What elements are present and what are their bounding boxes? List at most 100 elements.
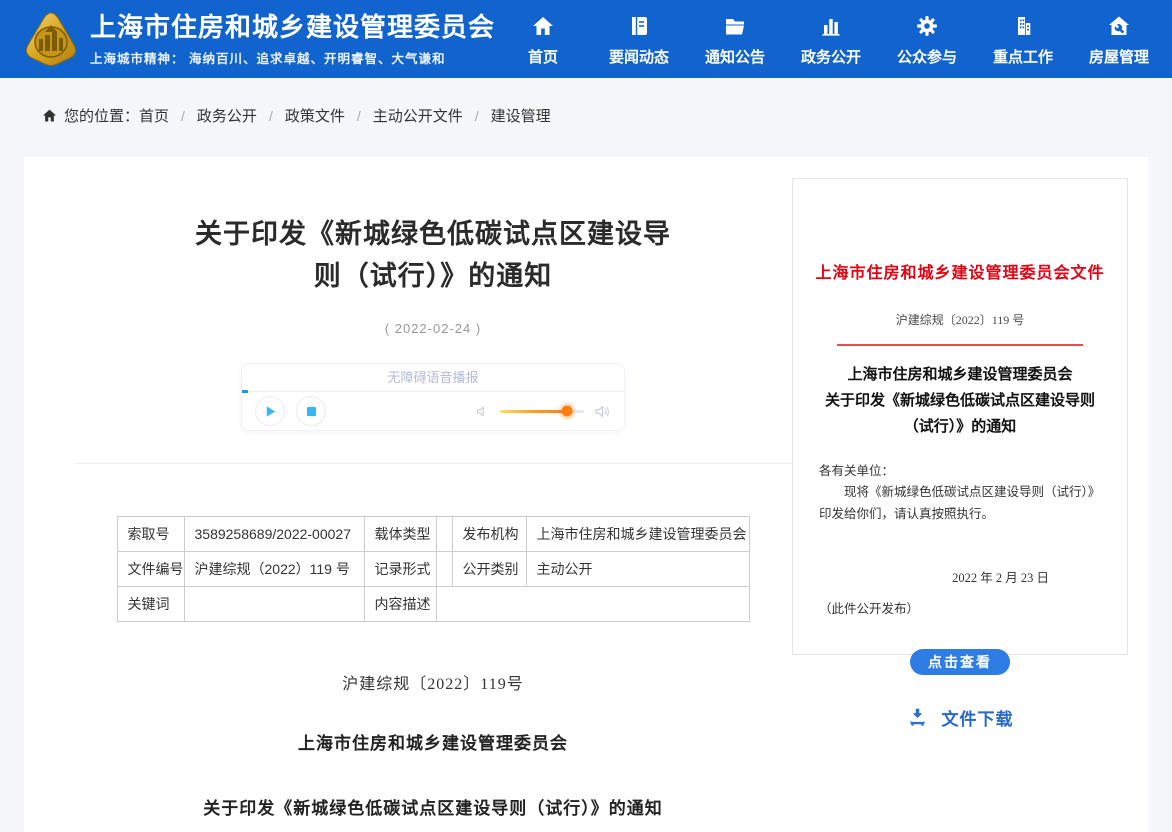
meta-value-index-no: 3589258689/2022-00027 <box>184 517 364 552</box>
page-title: 关于印发《新城绿色低碳试点区建设导 则（试行）》的通知 <box>74 213 792 297</box>
meta-label-doc-number: 文件编号 <box>117 552 184 587</box>
breadcrumb-separator: / <box>357 108 361 124</box>
meta-value-openness-type: 主动公开 <box>526 552 749 587</box>
download-icon <box>907 707 928 728</box>
preview-doc-number: 沪建综规〔2022〕119 号 <box>813 311 1107 328</box>
meta-label-issuing-agency: 发布机构 <box>452 517 526 552</box>
building-icon <box>1011 13 1035 39</box>
nav-item-participation[interactable]: 公众参与 <box>879 11 975 67</box>
breadcrumb-separator: / <box>181 108 185 124</box>
audio-controls <box>242 392 624 430</box>
preview-date: 2022 年 2 月 23 日 <box>813 567 1107 586</box>
preview-salutation: 各有关单位： <box>813 460 1107 479</box>
meta-label-content-desc: 内容描述 <box>364 587 436 622</box>
meta-value-record-form <box>436 552 452 587</box>
stop-icon <box>306 406 317 417</box>
preview-title-line3: （试行）》的通知 <box>813 414 1107 440</box>
audio-progress-bar <box>242 390 248 393</box>
preview-body-text: 现将《新城绿色低碳试点区建设导则（试行）》印发给你们，请认真按照执行。 <box>813 481 1107 525</box>
table-row: 关键词 内容描述 <box>117 587 749 622</box>
audio-player: 无障碍语音播报 <box>241 363 625 431</box>
breadcrumb-bar: 您的位置： 首页 / 政务公开 / 政策文件 / 主动公开文件 / 建设管理 <box>0 78 1172 157</box>
speaker-loud-icon <box>594 403 611 420</box>
audio-player-title: 无障碍语音播报 <box>242 364 624 392</box>
breadcrumb-item-gov-info[interactable]: 政务公开 <box>197 105 257 126</box>
site-title: 上海市住房和城乡建设管理委员会 <box>90 12 495 42</box>
nav-item-label: 房屋管理 <box>1089 46 1149 67</box>
breadcrumb-separator: / <box>475 108 479 124</box>
nav-item-label: 政务公开 <box>801 46 861 67</box>
nav-item-label: 要闻动态 <box>609 46 669 67</box>
gear-icon <box>915 13 939 39</box>
table-row: 文件编号 沪建综规（2022）119 号 记录形式 公开类别 主动公开 <box>117 552 749 587</box>
meta-label-openness-type: 公开类别 <box>452 552 526 587</box>
preview-title-line2: 关于印发《新城绿色低碳试点区建设导则 <box>813 388 1107 414</box>
play-icon <box>264 405 277 418</box>
volume-control <box>475 403 611 420</box>
document-preview: 上海市住房和城乡建设管理委员会文件 沪建综规〔2022〕119 号 上海市住房和… <box>792 178 1128 655</box>
breadcrumb-separator: / <box>269 108 273 124</box>
preview-red-divider <box>837 344 1083 346</box>
document-meta-table: 索取号 3589258689/2022-00027 载体类型 发布机构 上海市住… <box>117 516 750 622</box>
preview-column: 上海市住房和城乡建设管理委员会文件 沪建综规〔2022〕119 号 上海市住房和… <box>792 178 1128 832</box>
nav-item-news[interactable]: 要闻动态 <box>591 11 687 67</box>
nav-item-notices[interactable]: 通知公告 <box>687 11 783 67</box>
volume-slider-fill <box>500 410 567 413</box>
preview-title: 上海市住房和城乡建设管理委员会 关于印发《新城绿色低碳试点区建设导则 （试行）》… <box>813 362 1107 440</box>
stop-button[interactable] <box>296 396 326 426</box>
nav-item-label: 重点工作 <box>993 46 1053 67</box>
doc-number: 沪建综规〔2022〕119号 <box>74 670 792 694</box>
section-divider <box>74 463 792 464</box>
meta-label-keywords: 关键词 <box>117 587 184 622</box>
page-title-line2: 则（试行）》的通知 <box>74 255 792 297</box>
nav-item-housing[interactable]: 房屋管理 <box>1071 11 1167 67</box>
news-icon <box>627 13 651 39</box>
meta-value-keywords <box>184 587 364 622</box>
gold-emblem-icon <box>24 11 78 67</box>
site-header: 上海市住房和城乡建设管理委员会 上海城市精神： 海纳百川、追求卓越、开明睿智、大… <box>0 0 1172 78</box>
table-row: 索取号 3589258689/2022-00027 载体类型 发布机构 上海市住… <box>117 517 749 552</box>
view-document-button[interactable]: 点击查看 <box>910 649 1010 675</box>
article-column: 关于印发《新城绿色低碳试点区建设导 则（试行）》的通知 ( 2022-02-24… <box>74 157 792 832</box>
meta-value-carrier-type <box>436 517 452 552</box>
breadcrumb-item-open-docs[interactable]: 主动公开文件 <box>373 105 463 126</box>
nav-item-label: 公众参与 <box>897 46 957 67</box>
play-button[interactable] <box>255 396 285 426</box>
publish-date: ( 2022-02-24 ) <box>74 321 792 336</box>
breadcrumb: 您的位置： 首页 / 政务公开 / 政策文件 / 主动公开文件 / 建设管理 <box>42 105 1172 126</box>
doc-title: 关于印发《新城绿色低碳试点区建设导则（试行）》的通知 <box>74 794 792 819</box>
doc-agency: 上海市住房和城乡建设管理委员会 <box>74 729 792 754</box>
preview-public-note: （此件公开发布） <box>813 598 1107 617</box>
nav-item-gov-info[interactable]: 政务公开 <box>783 11 879 67</box>
page-title-line1: 关于印发《新城绿色低碳试点区建设导 <box>74 213 792 255</box>
meta-value-doc-number: 沪建综规（2022）119 号 <box>184 552 364 587</box>
nav-item-label: 首页 <box>528 46 558 67</box>
breadcrumb-item-home[interactable]: 首页 <box>139 105 169 126</box>
home-icon <box>42 108 57 123</box>
main-nav: 首页 要闻动态 通知公告 政务公开 <box>495 11 1167 67</box>
content-card: 关于印发《新城绿色低碳试点区建设导 则（试行）》的通知 ( 2022-02-24… <box>24 157 1148 832</box>
nav-item-label: 通知公告 <box>705 46 765 67</box>
preview-title-line1: 上海市住房和城乡建设管理委员会 <box>813 362 1107 388</box>
bar-chart-icon <box>819 13 843 39</box>
site-brand: 上海市住房和城乡建设管理委员会 上海城市精神： 海纳百川、追求卓越、开明睿智、大… <box>90 12 495 67</box>
document-body: 沪建综规〔2022〕119号 上海市住房和城乡建设管理委员会 关于印发《新城绿色… <box>74 670 792 819</box>
home-icon <box>531 13 555 39</box>
breadcrumb-item-construction-mgmt[interactable]: 建设管理 <box>491 105 551 126</box>
breadcrumb-label: 您的位置： <box>64 105 139 126</box>
file-download-link[interactable]: 文件下载 <box>813 705 1107 730</box>
meta-value-content-desc <box>436 587 749 622</box>
volume-slider-knob[interactable] <box>562 406 573 417</box>
audio-player-title-text: 无障碍语音播报 <box>387 370 478 385</box>
meta-label-index-no: 索取号 <box>117 517 184 552</box>
nav-item-key-work[interactable]: 重点工作 <box>975 11 1071 67</box>
site-subtitle: 上海城市精神： 海纳百川、追求卓越、开明睿智、大气谦和 <box>90 48 495 67</box>
house-wrench-icon <box>1107 13 1131 39</box>
file-download-label: 文件下载 <box>942 705 1014 730</box>
nav-item-home[interactable]: 首页 <box>495 11 591 67</box>
speaker-quiet-icon <box>475 404 490 419</box>
preview-red-header: 上海市住房和城乡建设管理委员会文件 <box>813 259 1107 283</box>
breadcrumb-item-policy-docs[interactable]: 政策文件 <box>285 105 345 126</box>
volume-slider[interactable] <box>500 410 584 413</box>
meta-value-issuing-agency: 上海市住房和城乡建设管理委员会 <box>526 517 749 552</box>
